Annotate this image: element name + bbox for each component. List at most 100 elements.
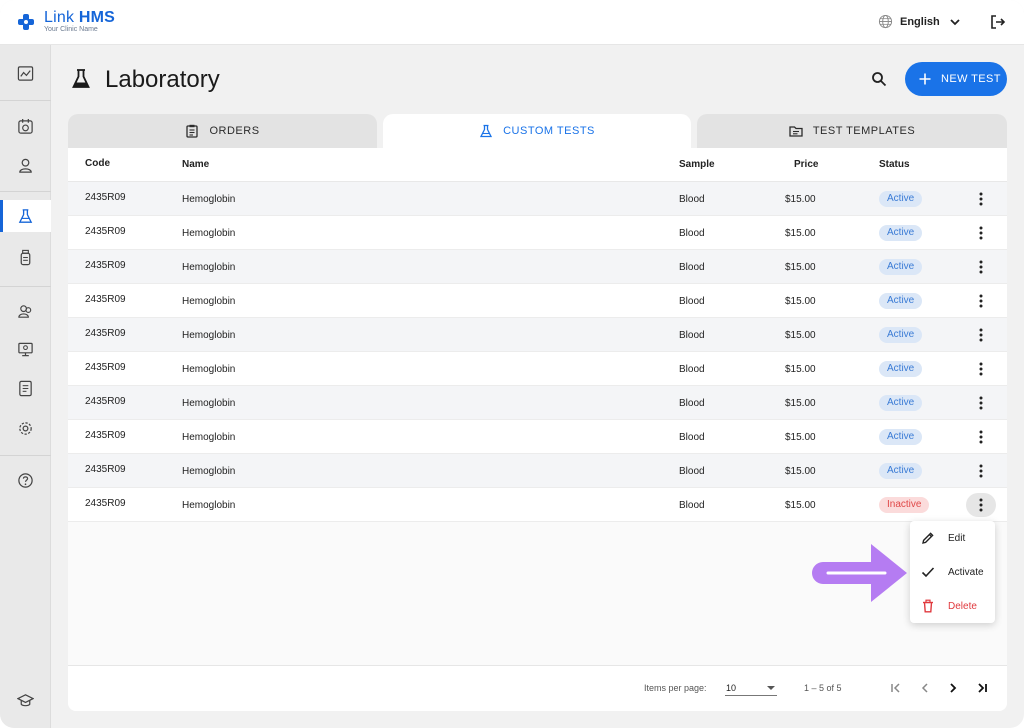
logout-icon[interactable] <box>990 14 1006 30</box>
last-page-button[interactable] <box>973 679 991 697</box>
logo-text: Link HMS Your Clinic Name <box>44 10 115 34</box>
cell-price: $15.00 <box>785 398 816 409</box>
cell-name: Hemoglobin <box>182 398 236 409</box>
new-test-label: NEW TEST <box>941 73 1001 85</box>
app-name: Link HMS <box>44 9 115 26</box>
pagination-range: 1 – 5 of 5 <box>804 683 842 693</box>
status-badge: Active <box>879 395 923 411</box>
sidebar-item-patients[interactable] <box>0 149 51 181</box>
graduation-cap-icon <box>17 693 34 706</box>
sidebar-divider <box>0 455 51 456</box>
page-title: Laboratory <box>105 66 220 93</box>
status-badge: Active <box>879 225 923 241</box>
app-logo[interactable]: Link HMS Your Clinic Name <box>16 10 115 34</box>
cell-name: Hemoglobin <box>182 500 236 511</box>
more-vertical-icon <box>979 498 983 512</box>
cell-code: 2435R09 <box>85 464 126 475</box>
row-actions-button[interactable] <box>966 221 996 245</box>
status-badge: Active <box>879 429 923 445</box>
cell-name: Hemoglobin <box>182 228 236 239</box>
cell-name: Hemoglobin <box>182 364 236 375</box>
tab-orders[interactable]: ORDERS <box>68 114 377 148</box>
sidebar-item-pharmacy[interactable] <box>0 241 51 273</box>
chevron-down-icon <box>950 18 960 25</box>
pagination-bar: Items per page: 10 1 – 5 of 5 <box>68 666 1007 711</box>
more-vertical-icon <box>979 396 983 410</box>
items-per-page-value: 10 <box>726 683 737 693</box>
tab-test-templates[interactable]: TEST TEMPLATES <box>697 114 1007 148</box>
cell-price: $15.00 <box>785 330 816 341</box>
status-badge: Active <box>879 191 923 207</box>
custom-tests-table: Code Name Sample Price Status 2435R09 Hem… <box>68 148 1007 711</box>
table-row[interactable]: 2435R09 Hemoglobin Blood $15.00 Active <box>68 216 1007 250</box>
language-selector[interactable]: English <box>878 14 961 29</box>
row-action-menu: Edit Activate Delete <box>910 521 995 623</box>
table-row[interactable]: 2435R09 Hemoglobin Blood $15.00 Active <box>68 386 1007 420</box>
folder-icon <box>789 126 803 137</box>
menu-item-activate[interactable]: Activate <box>910 555 995 589</box>
cell-price: $15.00 <box>785 500 816 511</box>
previous-page-button[interactable] <box>916 679 934 697</box>
last-page-icon <box>978 683 987 693</box>
sidebar-item-monitor[interactable] <box>0 333 51 365</box>
items-per-page-select[interactable]: 10 <box>725 680 777 696</box>
row-actions-button[interactable] <box>966 187 996 211</box>
table-row[interactable]: 2435R09 Hemoglobin Blood $15.00 Active <box>68 182 1007 216</box>
sidebar <box>0 45 51 728</box>
search-icon[interactable] <box>871 71 887 87</box>
status-badge: Inactive <box>879 497 930 513</box>
sidebar-item-laboratory[interactable] <box>0 200 51 232</box>
row-actions-button[interactable] <box>966 391 996 415</box>
dropdown-caret-icon <box>767 686 775 690</box>
cell-sample: Blood <box>679 296 705 307</box>
chevron-left-icon <box>921 683 928 693</box>
tab-custom-tests[interactable]: CUSTOM TESTS <box>383 114 691 148</box>
tab-label: ORDERS <box>209 125 260 137</box>
row-actions-button[interactable] <box>966 289 996 313</box>
first-page-button[interactable] <box>887 679 905 697</box>
row-actions-button[interactable] <box>966 459 996 483</box>
table-row[interactable]: 2435R09 Hemoglobin Blood $15.00 Active <box>68 284 1007 318</box>
sidebar-item-reports[interactable] <box>0 372 51 404</box>
cell-sample: Blood <box>679 262 705 273</box>
sidebar-item-settings[interactable] <box>0 412 51 444</box>
trash-icon <box>923 599 933 613</box>
users-icon <box>18 304 32 318</box>
new-test-button[interactable]: NEW TEST <box>905 62 1007 96</box>
calendar-icon <box>18 118 33 134</box>
column-header-price: Price <box>794 159 819 170</box>
sidebar-item-learn[interactable] <box>0 684 51 716</box>
row-actions-button[interactable] <box>966 357 996 381</box>
status-badge: Active <box>879 361 923 377</box>
column-header-name: Name <box>182 159 210 170</box>
table-row[interactable]: 2435R09 Hemoglobin Blood $15.00 Inactive <box>68 488 1007 522</box>
cell-sample: Blood <box>679 228 705 239</box>
row-actions-button[interactable] <box>966 493 996 517</box>
cell-sample: Blood <box>679 194 705 205</box>
row-actions-button[interactable] <box>966 323 996 347</box>
flask-icon <box>18 208 33 223</box>
plus-icon <box>919 73 931 85</box>
table-row[interactable]: 2435R09 Hemoglobin Blood $15.00 Active <box>68 420 1007 454</box>
dashboard-icon <box>17 65 34 81</box>
sidebar-item-staff[interactable] <box>0 295 51 327</box>
table-row[interactable]: 2435R09 Hemoglobin Blood $15.00 Active <box>68 352 1007 386</box>
sidebar-item-help[interactable] <box>0 464 51 496</box>
row-actions-button[interactable] <box>966 425 996 449</box>
more-vertical-icon <box>979 192 983 206</box>
row-actions-button[interactable] <box>966 255 996 279</box>
table-row[interactable]: 2435R09 Hemoglobin Blood $15.00 Active <box>68 250 1007 284</box>
sidebar-item-dashboard[interactable] <box>0 57 51 89</box>
menu-item-edit[interactable]: Edit <box>910 521 995 555</box>
column-header-status: Status <box>879 159 910 170</box>
annotation-arrow-icon <box>812 544 907 602</box>
table-row[interactable]: 2435R09 Hemoglobin Blood $15.00 Active <box>68 318 1007 352</box>
next-page-button[interactable] <box>944 679 962 697</box>
menu-item-delete[interactable]: Delete <box>910 589 995 623</box>
table-row[interactable]: 2435R09 Hemoglobin Blood $15.00 Active <box>68 454 1007 488</box>
cell-name: Hemoglobin <box>182 432 236 443</box>
cell-sample: Blood <box>679 398 705 409</box>
sidebar-item-appointments[interactable] <box>0 110 51 142</box>
check-icon <box>921 567 935 578</box>
more-vertical-icon <box>979 328 983 342</box>
